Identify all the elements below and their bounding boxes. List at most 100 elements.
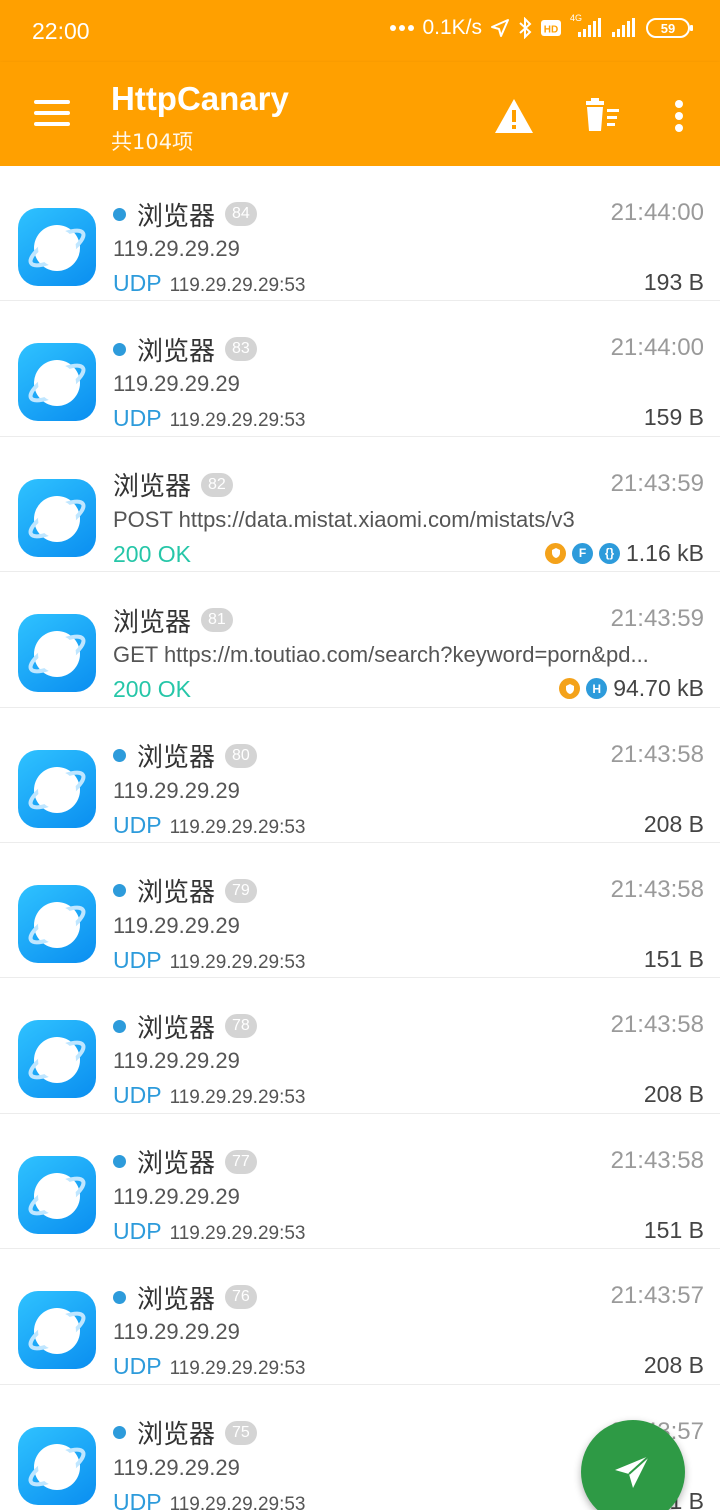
status-bar: 22:00 0.1K/s HD 4G 59 xyxy=(0,0,720,62)
bluetooth-icon xyxy=(518,17,532,39)
row-header: 浏览器 79 xyxy=(113,875,257,909)
protocol-label: UDP xyxy=(113,811,162,838)
row-footer: 200 OK xyxy=(113,541,191,568)
list-item[interactable]: 浏览器 77 21:43:58 119.29.29.29 UDP 119.29.29.29… xyxy=(0,1113,720,1250)
size-area: 151 B xyxy=(644,946,704,973)
size-area: 193 B xyxy=(644,269,704,296)
destination-address: 119.29.29.29:53 xyxy=(169,410,306,432)
list-item[interactable]: 浏览器 82 21:43:59 POST https://data.mistat.xi… xyxy=(0,436,720,573)
size-area: 208 B xyxy=(644,1081,704,1108)
payload-size: 208 B xyxy=(643,1081,704,1108)
item-count: 共104项 xyxy=(111,130,194,154)
row-footer: UDP 119.29.29.29:53 xyxy=(113,270,306,297)
list-item[interactable]: 浏览器 84 21:44:00 119.29.29.29 UDP 119.29.29.29… xyxy=(0,166,720,302)
warning-icon[interactable] xyxy=(492,94,536,138)
packet-list: 浏览器 84 21:44:00 119.29.29.29 UDP 119.29.29.29… xyxy=(0,166,720,1510)
app-name: 浏览器 xyxy=(137,1420,216,1451)
clear-list-icon[interactable] xyxy=(580,94,624,138)
packet-index-badge: 75 xyxy=(225,1420,257,1445)
payload-size: 151 B xyxy=(643,945,704,972)
list-item[interactable]: 浏览器 81 21:43:59 GET https://m.toutiao.com/s… xyxy=(0,572,720,708)
request-summary: 119.29.29.29 xyxy=(113,912,240,938)
list-item[interactable]: 浏览器 83 21:44:00 119.29.29.29 UDP 119.29.29.29… xyxy=(0,301,720,437)
request-summary: 119.29.29.29 xyxy=(113,1048,240,1074)
browser-app-icon xyxy=(18,1020,96,1099)
list-item[interactable]: 浏览器 80 21:43:58 119.29.29.29 UDP 119.29.29.29… xyxy=(0,707,720,843)
udp-indicator-dot xyxy=(113,1155,126,1169)
app-name: 浏览器 xyxy=(137,201,216,232)
app-name: 浏览器 xyxy=(137,1149,216,1180)
row-footer: UDP 119.29.29.29:53 xyxy=(113,1489,306,1510)
timestamp: 21:43:57 xyxy=(610,1282,704,1310)
browser-app-icon xyxy=(18,1426,96,1505)
packet-index-badge: 83 xyxy=(225,337,257,362)
payload-size: 208 B xyxy=(643,1352,704,1379)
size-area: 159 B xyxy=(644,404,704,431)
app-name: 浏览器 xyxy=(137,1284,216,1315)
app-name: 浏览器 xyxy=(137,878,216,909)
row-header: 浏览器 81 xyxy=(113,604,233,638)
row-header: 浏览器 80 xyxy=(113,740,257,773)
packet-index-badge: 80 xyxy=(225,743,257,768)
protocol-label: UDP xyxy=(113,1353,162,1380)
signal-icon: 4G xyxy=(570,13,602,39)
list-item[interactable]: 浏览器 79 21:43:58 119.29.29.29 UDP 119.29.29.29… xyxy=(0,842,720,979)
request-summary: 119.29.29.29 xyxy=(113,236,240,261)
form-icon: F xyxy=(572,542,593,564)
list-item[interactable]: 浏览器 78 21:43:58 119.29.29.29 UDP 119.29.29.29… xyxy=(0,978,720,1114)
browser-app-icon xyxy=(18,208,96,286)
packet-index-badge: 82 xyxy=(201,472,233,497)
destination-address: 119.29.29.29:53 xyxy=(169,275,306,296)
request-summary: GET https://m.toutiao.com/search?keyword… xyxy=(113,642,649,668)
hd-icon: HD xyxy=(540,19,562,37)
timestamp: 21:44:00 xyxy=(610,199,704,226)
json-icon: {} xyxy=(599,542,620,564)
network-type: 4G xyxy=(570,13,583,23)
timestamp: 21:43:59 xyxy=(610,605,704,633)
list-item[interactable]: 浏览器 76 21:43:57 119.29.29.29 UDP 119.29.29.29… xyxy=(0,1249,720,1385)
status-time: 22:00 xyxy=(32,18,90,44)
protocol-label: UDP xyxy=(113,405,162,432)
packet-index-badge: 79 xyxy=(225,878,257,903)
browser-app-icon xyxy=(18,884,96,963)
size-area: H 94.70 kB xyxy=(559,675,704,702)
destination-address: 119.29.29.29:53 xyxy=(169,1222,306,1244)
request-summary: 119.29.29.29 xyxy=(113,1183,240,1209)
row-header: 浏览器 83 xyxy=(113,333,257,367)
payload-size: 1.16 kB xyxy=(626,539,704,566)
browser-app-icon xyxy=(18,478,96,557)
packet-index-badge: 81 xyxy=(201,608,233,633)
packet-index-badge: 84 xyxy=(225,202,257,226)
destination-address: 119.29.29.29:53 xyxy=(169,816,306,838)
timestamp: 21:44:00 xyxy=(610,334,704,362)
packet-index-badge: 77 xyxy=(225,1149,257,1174)
browser-app-icon xyxy=(18,343,96,422)
destination-address: 119.29.29.29:53 xyxy=(169,1087,306,1109)
menu-icon[interactable] xyxy=(34,100,70,128)
row-footer: UDP 119.29.29.29:53 xyxy=(113,1218,306,1245)
udp-indicator-dot xyxy=(113,1290,126,1304)
http-status: 200 OK xyxy=(113,676,191,703)
timestamp: 21:43:59 xyxy=(610,469,704,497)
udp-indicator-dot xyxy=(113,1426,126,1440)
size-area: 208 B xyxy=(644,811,704,838)
udp-indicator-dot xyxy=(113,749,126,763)
protocol-label: UDP xyxy=(113,1488,162,1510)
row-header: 浏览器 77 xyxy=(113,1146,257,1180)
browser-app-icon xyxy=(18,614,96,693)
browser-app-icon xyxy=(18,749,96,828)
row-header: 浏览器 84 xyxy=(113,198,257,232)
app-name: 浏览器 xyxy=(137,336,216,367)
app-name: 浏览器 xyxy=(113,472,192,503)
row-footer: UDP 119.29.29.29:53 xyxy=(113,947,306,974)
udp-indicator-dot xyxy=(113,884,126,898)
payload-size: 94.70 kB xyxy=(613,675,704,702)
timestamp: 21:43:58 xyxy=(610,875,704,903)
more-vert-icon[interactable] xyxy=(657,94,701,138)
timestamp: 21:43:58 xyxy=(610,740,704,768)
udp-indicator-dot xyxy=(113,207,126,221)
destination-address: 119.29.29.29:53 xyxy=(169,1358,306,1380)
app-title: HttpCanary xyxy=(111,80,289,117)
payload-size: 151 B xyxy=(643,1216,704,1243)
row-footer: UDP 119.29.29.29:53 xyxy=(113,405,306,432)
